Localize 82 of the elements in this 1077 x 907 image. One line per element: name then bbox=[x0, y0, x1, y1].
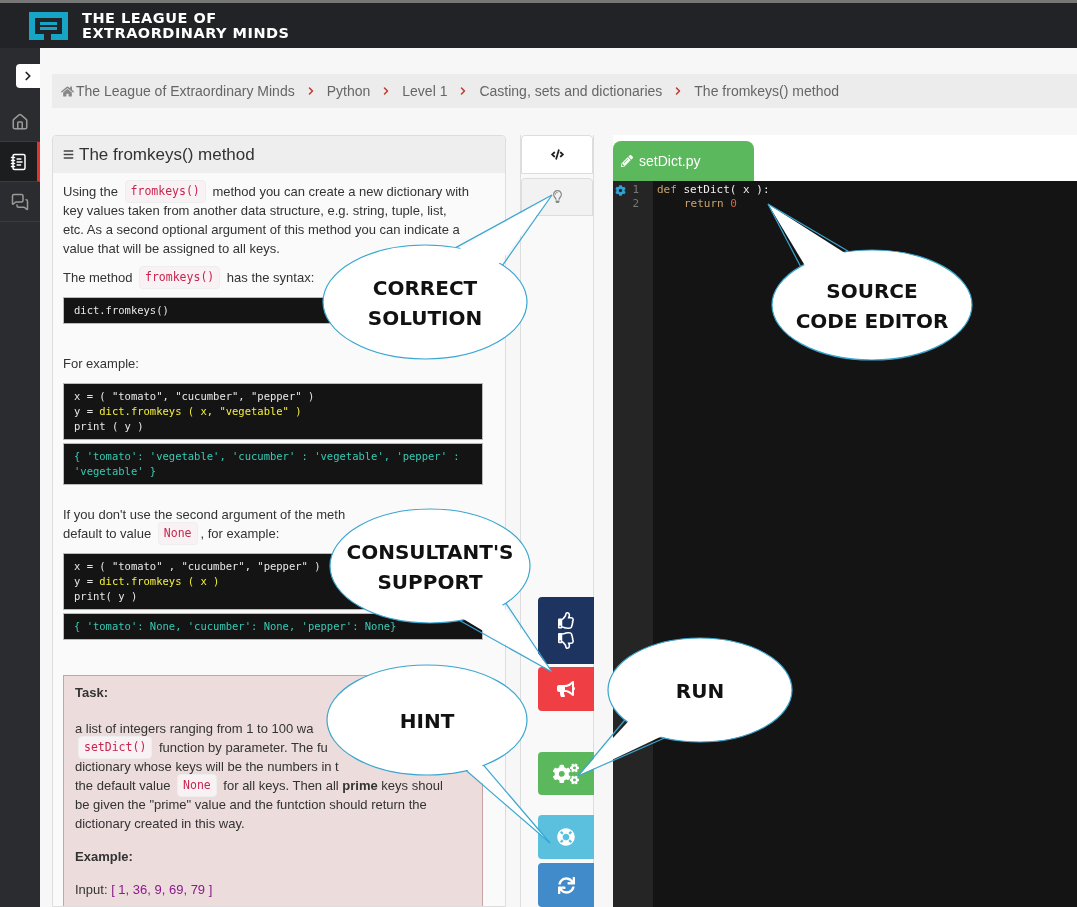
code-text: x = ( "tomato", "cucumber", "pepper" ) bbox=[74, 389, 315, 404]
paragraph-text: If you don't use the second argument of the meth bbox=[63, 506, 346, 524]
paragraph-text: For example: bbox=[63, 355, 139, 373]
paragraph-text: The method bbox=[63, 269, 134, 287]
feedback-button[interactable] bbox=[538, 597, 594, 664]
inline-code: fromkeys() bbox=[124, 180, 206, 203]
code-text: dict.fromkeys() bbox=[74, 303, 169, 318]
paragraph-text: be given the "prime" value and the funtction should return the bbox=[75, 795, 427, 814]
code-token: def bbox=[657, 183, 678, 197]
callout-label: CORRECT SOLUTION bbox=[367, 276, 483, 330]
code-text: dict.fromkeys ( x, "vegetable" ) bbox=[99, 404, 302, 419]
file-name: setDict.py bbox=[639, 151, 701, 171]
inline-code: fromkeys() bbox=[139, 266, 221, 289]
logo-icon bbox=[29, 11, 68, 40]
line-number: 2 bbox=[631, 197, 639, 211]
run-button[interactable] bbox=[538, 752, 594, 795]
paragraph-text: method you can create a new dictionary with bbox=[211, 183, 469, 201]
task-title: Task: bbox=[75, 684, 109, 702]
callout-label: SOURCE CODE EDITOR bbox=[795, 279, 949, 333]
chat-icon bbox=[11, 192, 29, 211]
inline-code: None bbox=[177, 773, 217, 797]
support-button[interactable] bbox=[538, 667, 594, 711]
line-number: 1 bbox=[631, 183, 639, 197]
input-label: Input: bbox=[75, 881, 109, 899]
paragraph-text: value that will be assigned to all keys. bbox=[63, 240, 280, 258]
code-token: 0 bbox=[730, 197, 737, 211]
breadcrumb-link[interactable]: Python bbox=[326, 80, 371, 102]
home-icon bbox=[11, 112, 29, 131]
callout-label: CONSULTANT'S SUPPORT bbox=[346, 540, 514, 594]
sidebar-item[interactable] bbox=[0, 142, 40, 182]
thumbs-down-icon bbox=[557, 632, 575, 649]
breadcrumb-link[interactable]: The League of Extraordinary Minds bbox=[61, 80, 295, 102]
paragraph-text: Using the bbox=[63, 183, 119, 201]
sidebar-toggle[interactable] bbox=[16, 64, 40, 88]
code-output: { 'tomato': 'vegetable', 'cucumber' : 'vegetable', 'pepper' : 'vegetable' } bbox=[63, 443, 483, 485]
breadcrumb-link[interactable]: The fromkeys() method bbox=[694, 80, 840, 102]
code-text: y = bbox=[74, 574, 94, 589]
life-ring-icon bbox=[557, 828, 575, 846]
paragraph-text: has the syntax: bbox=[225, 269, 315, 287]
input-value: [ 1, 36, 9, 69, 79 ] bbox=[111, 881, 213, 899]
code-icon bbox=[550, 147, 564, 161]
code-text: x = ( "tomato" , "cucumber", "pepper" ) bbox=[74, 559, 321, 574]
side-tab[interactable] bbox=[521, 177, 593, 216]
inline-code: None bbox=[157, 522, 198, 545]
logo-text: EXTRAORDINARY MINDS bbox=[82, 25, 290, 41]
paragraph-text: dictionary whose keys will be the numbers in t bbox=[75, 757, 339, 776]
paragraph-text: key values taken from another data structure, e.g. string, tuple, list, bbox=[63, 202, 447, 220]
code-text: dict.fromkeys ( x ) bbox=[99, 574, 220, 589]
panel-title: The fromkeys() method bbox=[79, 143, 255, 166]
home-icon bbox=[61, 84, 74, 98]
refresh-icon bbox=[557, 876, 575, 894]
example-title: Example: bbox=[75, 847, 134, 866]
paragraph-text: default to value bbox=[63, 525, 153, 543]
code-text: print( y ) bbox=[74, 589, 138, 604]
inline-code: setDict() bbox=[78, 735, 153, 759]
callout-label: HINT bbox=[399, 709, 455, 733]
reset-button[interactable] bbox=[538, 863, 594, 907]
code-text: y = bbox=[74, 404, 94, 419]
paragraph-text: dictionary created in this way. bbox=[75, 814, 245, 833]
hint-button[interactable] bbox=[538, 815, 594, 859]
logo-text: THE LEAGUE OF bbox=[82, 10, 218, 26]
code-token: setDict( x ): bbox=[683, 183, 770, 197]
paragraph-text: the default value bbox=[75, 776, 172, 795]
paragraph-text: for all keys. Then all prime keys shoul bbox=[222, 776, 443, 795]
breadcrumb-link[interactable]: Level 1 bbox=[402, 80, 448, 102]
gears-icon bbox=[553, 762, 579, 785]
thumbs-up-icon bbox=[557, 612, 575, 629]
megaphone-icon bbox=[557, 680, 575, 698]
callout-label: RUN bbox=[675, 679, 725, 703]
pencil-icon bbox=[621, 155, 633, 167]
paragraph-text: a list of integers ranging from 1 to 100 wa bbox=[75, 719, 314, 738]
gear-icon bbox=[614, 184, 626, 196]
breadcrumb-link[interactable]: Casting, sets and dictionaries bbox=[479, 80, 663, 102]
code-output: { 'tomato': None, 'cucumber': None, 'pepper': None} bbox=[63, 613, 483, 640]
code-text: print ( y ) bbox=[74, 419, 144, 434]
lightbulb-icon bbox=[550, 190, 564, 204]
paragraph-text: etc. As a second optional argument of this method you can indicate a bbox=[63, 221, 460, 239]
paragraph-text: , for example: bbox=[200, 525, 280, 543]
menu-icon bbox=[63, 149, 74, 160]
paragraph-text: function by parameter. The fu bbox=[157, 738, 328, 757]
code-token: return bbox=[684, 197, 725, 211]
notebook-icon bbox=[9, 152, 28, 171]
